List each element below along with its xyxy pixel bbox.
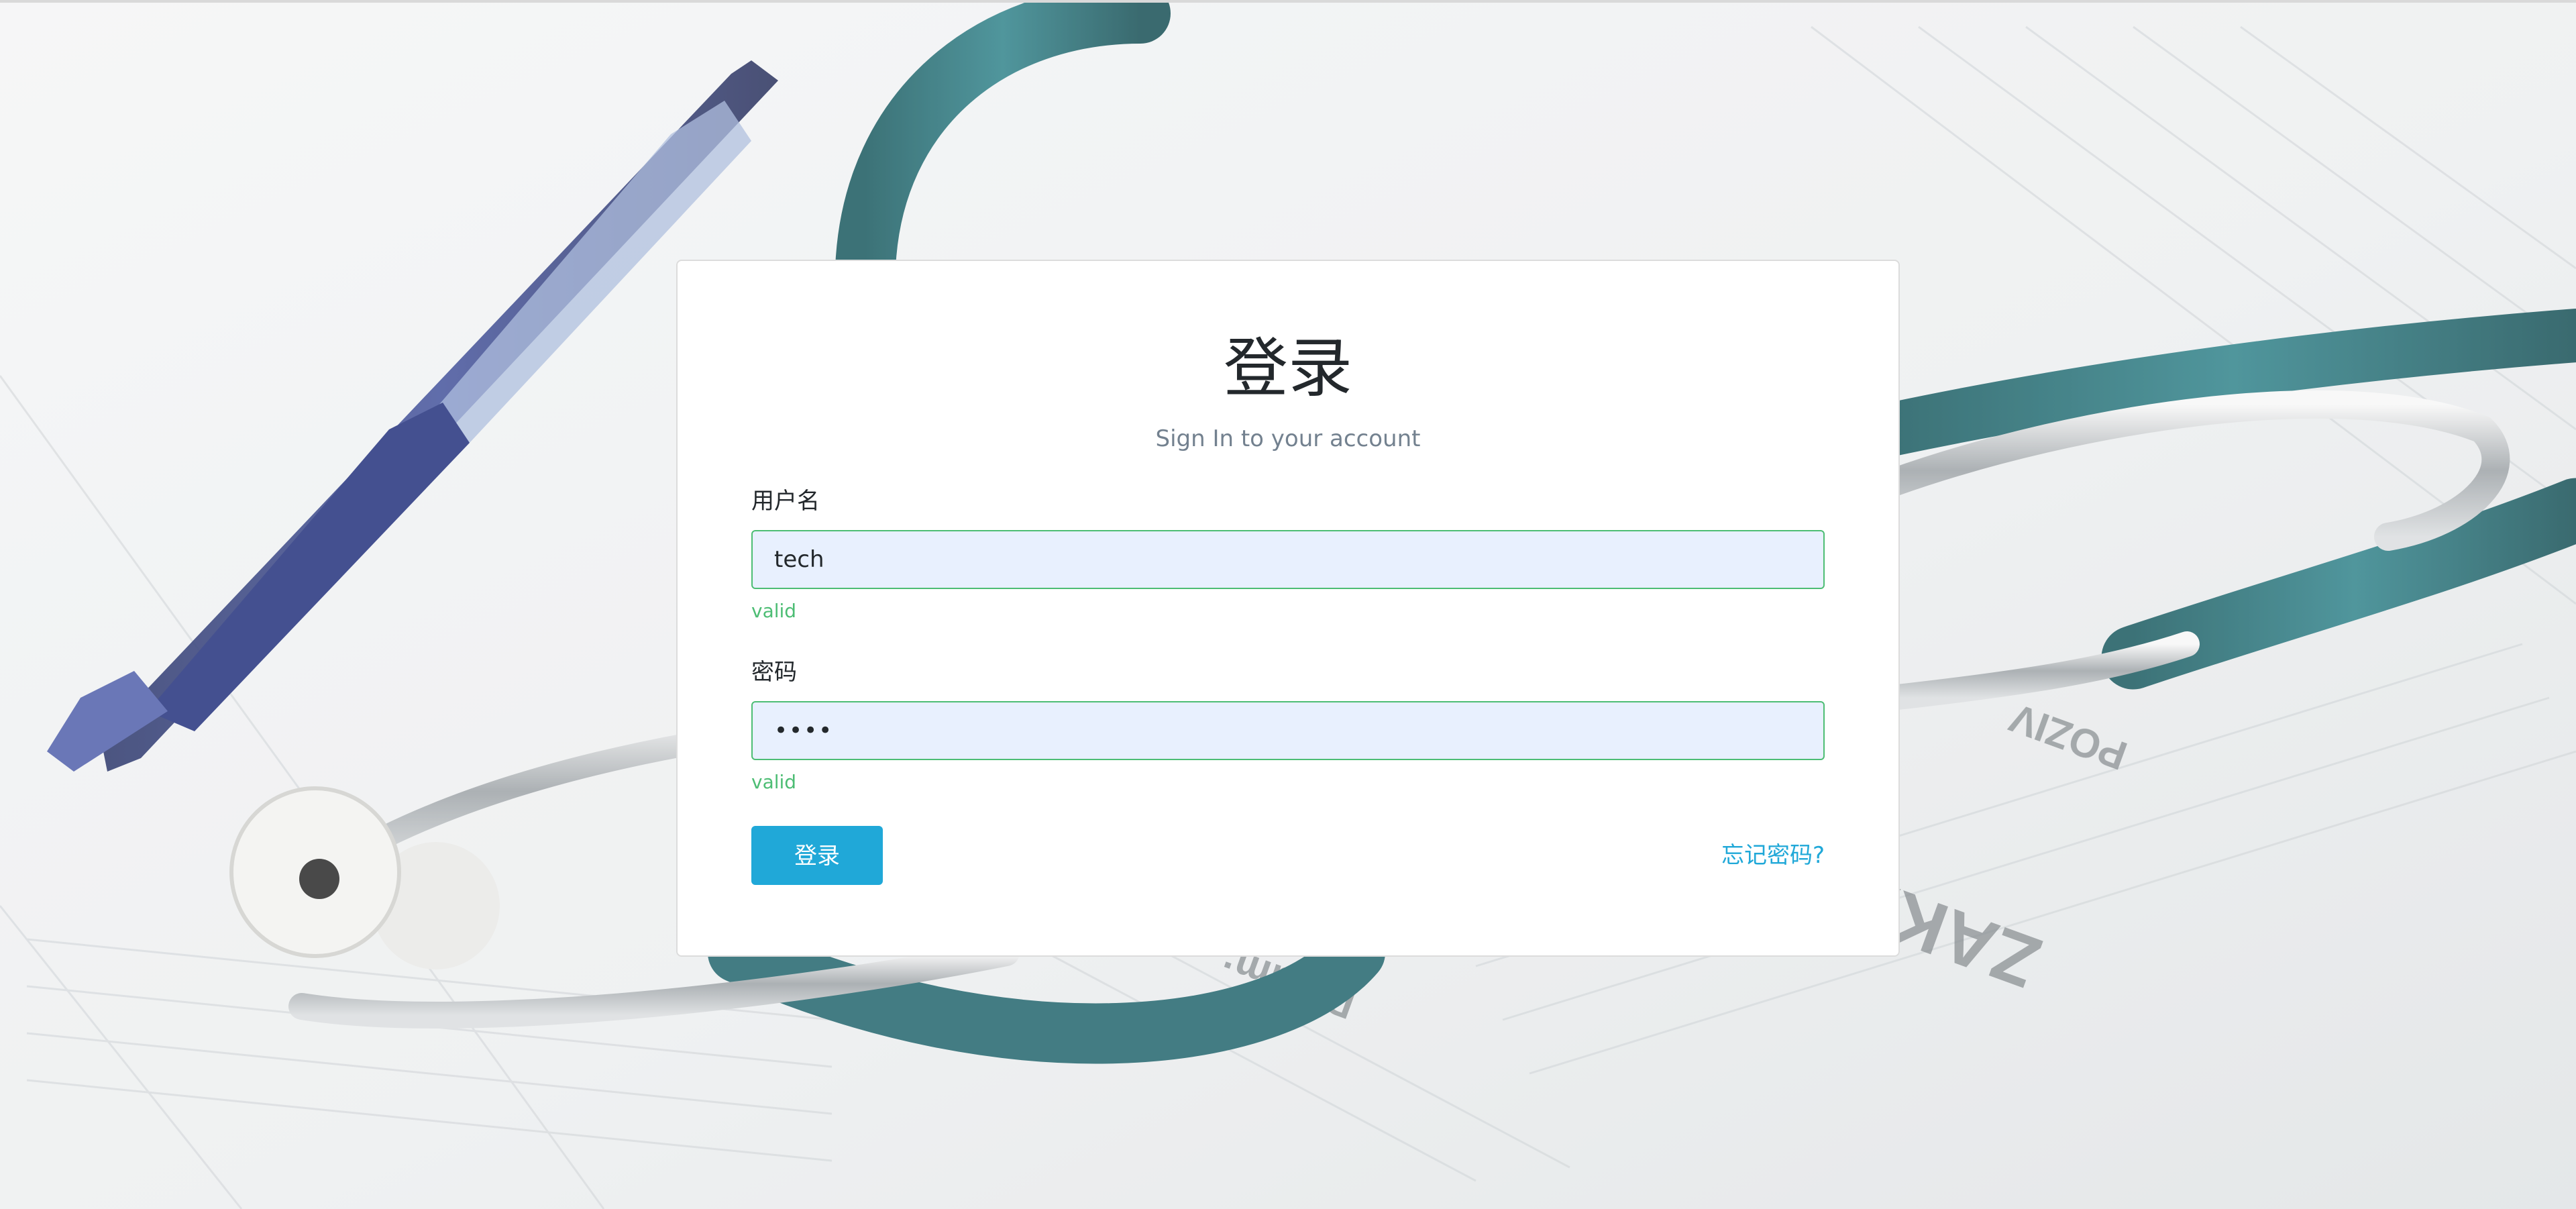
username-valid-feedback: valid <box>751 600 797 622</box>
forgot-password-link[interactable]: 忘记密码? <box>1721 841 1825 870</box>
password-valid-feedback: valid <box>751 771 797 793</box>
login-page: ZAKAZIVANJE TERMINA POZIV Datum: 13:45 <box>0 0 2576 1209</box>
username-label: 用户名 <box>751 488 820 515</box>
login-card: 登录 Sign In to your account 用户名 valid 密码 … <box>676 260 1900 957</box>
top-border <box>0 0 2576 3</box>
username-input[interactable] <box>751 530 1825 589</box>
login-button[interactable]: 登录 <box>751 826 883 885</box>
password-input[interactable] <box>751 701 1825 760</box>
login-subtitle: Sign In to your account <box>1155 425 1421 452</box>
password-label: 密码 <box>751 659 797 686</box>
login-title: 登录 <box>1224 331 1352 406</box>
